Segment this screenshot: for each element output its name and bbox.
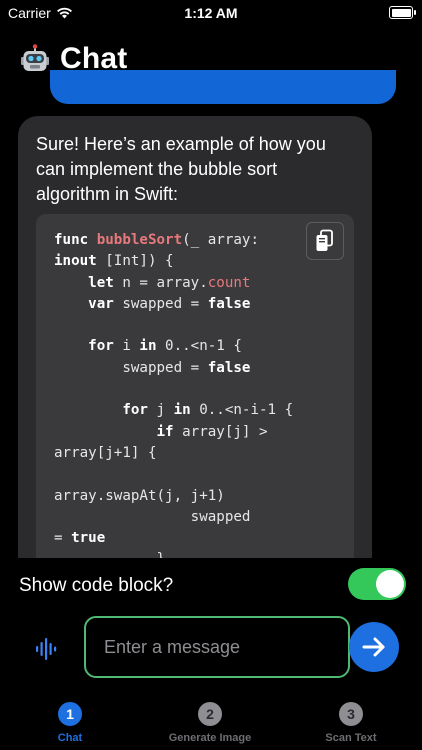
code-line: swapped = false: [54, 358, 293, 379]
code-token: 0..<n-i-1 {: [190, 402, 294, 419]
code-block-toggle-row: Show code block?: [0, 558, 422, 614]
code-token: [Int]) {: [96, 253, 174, 270]
arrow-right-icon: [362, 637, 385, 657]
robot-icon: [21, 44, 49, 71]
code-line: let n = array.count: [54, 273, 293, 294]
code-token: bubbleSort: [96, 232, 183, 248]
toggle-knob: [376, 570, 404, 598]
code-token: false: [207, 359, 251, 376]
code-token: for: [88, 338, 114, 355]
composer: [0, 614, 422, 694]
code-text: func bubbleSort(_ array: inout [Int]) { l…: [54, 230, 293, 571]
code-line: = true: [54, 528, 293, 549]
tab-generate-image-label: Generate Image: [168, 732, 252, 744]
code-token: swapped: [54, 508, 251, 525]
code-token: func: [54, 232, 97, 248]
code-token: 0..<n-1 {: [156, 338, 242, 355]
tab-bar: 1 Chat 2 Generate Image 3 Scan Text: [0, 700, 422, 750]
code-block: func bubbleSort(_ array: inout [Int]) { l…: [36, 214, 354, 576]
tab-chat-label: Chat: [57, 732, 83, 744]
tab-chat-number-icon: 1: [58, 702, 82, 726]
code-token: n = array.: [113, 274, 208, 291]
tab-generate-image[interactable]: 2 Generate Image: [150, 702, 270, 744]
code-line: for j in 0..<n-i-1 {: [54, 400, 293, 421]
copy-code-button[interactable]: [306, 222, 344, 260]
clock: 1:12 AM: [184, 5, 238, 21]
code-token: var: [88, 295, 114, 312]
show-code-toggle[interactable]: [348, 568, 406, 600]
code-token: false: [207, 295, 251, 312]
code-line: swapped: [54, 507, 293, 528]
tab-scan-text-number-icon: 3: [339, 702, 363, 726]
tab-scan-text[interactable]: 3 Scan Text: [291, 702, 411, 744]
code-token: array.swapAt(j, j+1): [54, 487, 225, 504]
tab-generate-image-number-icon: 2: [198, 702, 222, 726]
message-input[interactable]: [84, 616, 350, 678]
copy-icon: [316, 229, 333, 251]
code-line: func bubbleSort(_ array:: [54, 230, 293, 251]
assistant-message-text: Sure! Here’s an example of how you can i…: [36, 134, 326, 204]
assistant-message-bubble: Sure! Here’s an example of how you can i…: [18, 116, 372, 576]
code-token: true: [71, 530, 106, 547]
code-token: swapped =: [54, 359, 208, 376]
user-message-bubble: [50, 70, 396, 104]
code-line: var swapped = false: [54, 294, 293, 315]
code-token: j: [147, 402, 174, 419]
code-token: inout: [54, 253, 97, 270]
code-token: swapped =: [113, 295, 208, 312]
tab-scan-text-label: Scan Text: [325, 732, 377, 744]
code-line: inout [Int]) {: [54, 251, 293, 272]
code-token: let: [88, 274, 114, 291]
voice-waveform-icon[interactable]: [34, 636, 60, 662]
code-token: (_ array:: [182, 232, 260, 248]
code-token: for: [122, 402, 148, 419]
tab-chat[interactable]: 1 Chat: [10, 702, 130, 744]
code-token: array[j] >: [173, 423, 268, 440]
toggle-label: Show code block?: [19, 575, 174, 596]
code-line: if array[j] >: [54, 422, 293, 443]
code-token: count: [207, 274, 251, 291]
status-bar: Carrier 1:12 AM: [0, 0, 422, 26]
code-line: array.swapAt(j, j+1): [54, 486, 293, 507]
code-line: array[j+1] {: [54, 443, 293, 464]
code-token: in: [139, 338, 157, 355]
code-token: if: [156, 423, 174, 440]
code-token: i: [113, 338, 140, 355]
code-token: in: [173, 402, 191, 419]
code-line: for i in 0..<n-1 {: [54, 336, 293, 357]
send-button[interactable]: [349, 622, 399, 672]
code-token: array[j+1] {: [54, 444, 157, 461]
code-token: =: [54, 530, 72, 547]
battery-icon: [389, 6, 416, 19]
